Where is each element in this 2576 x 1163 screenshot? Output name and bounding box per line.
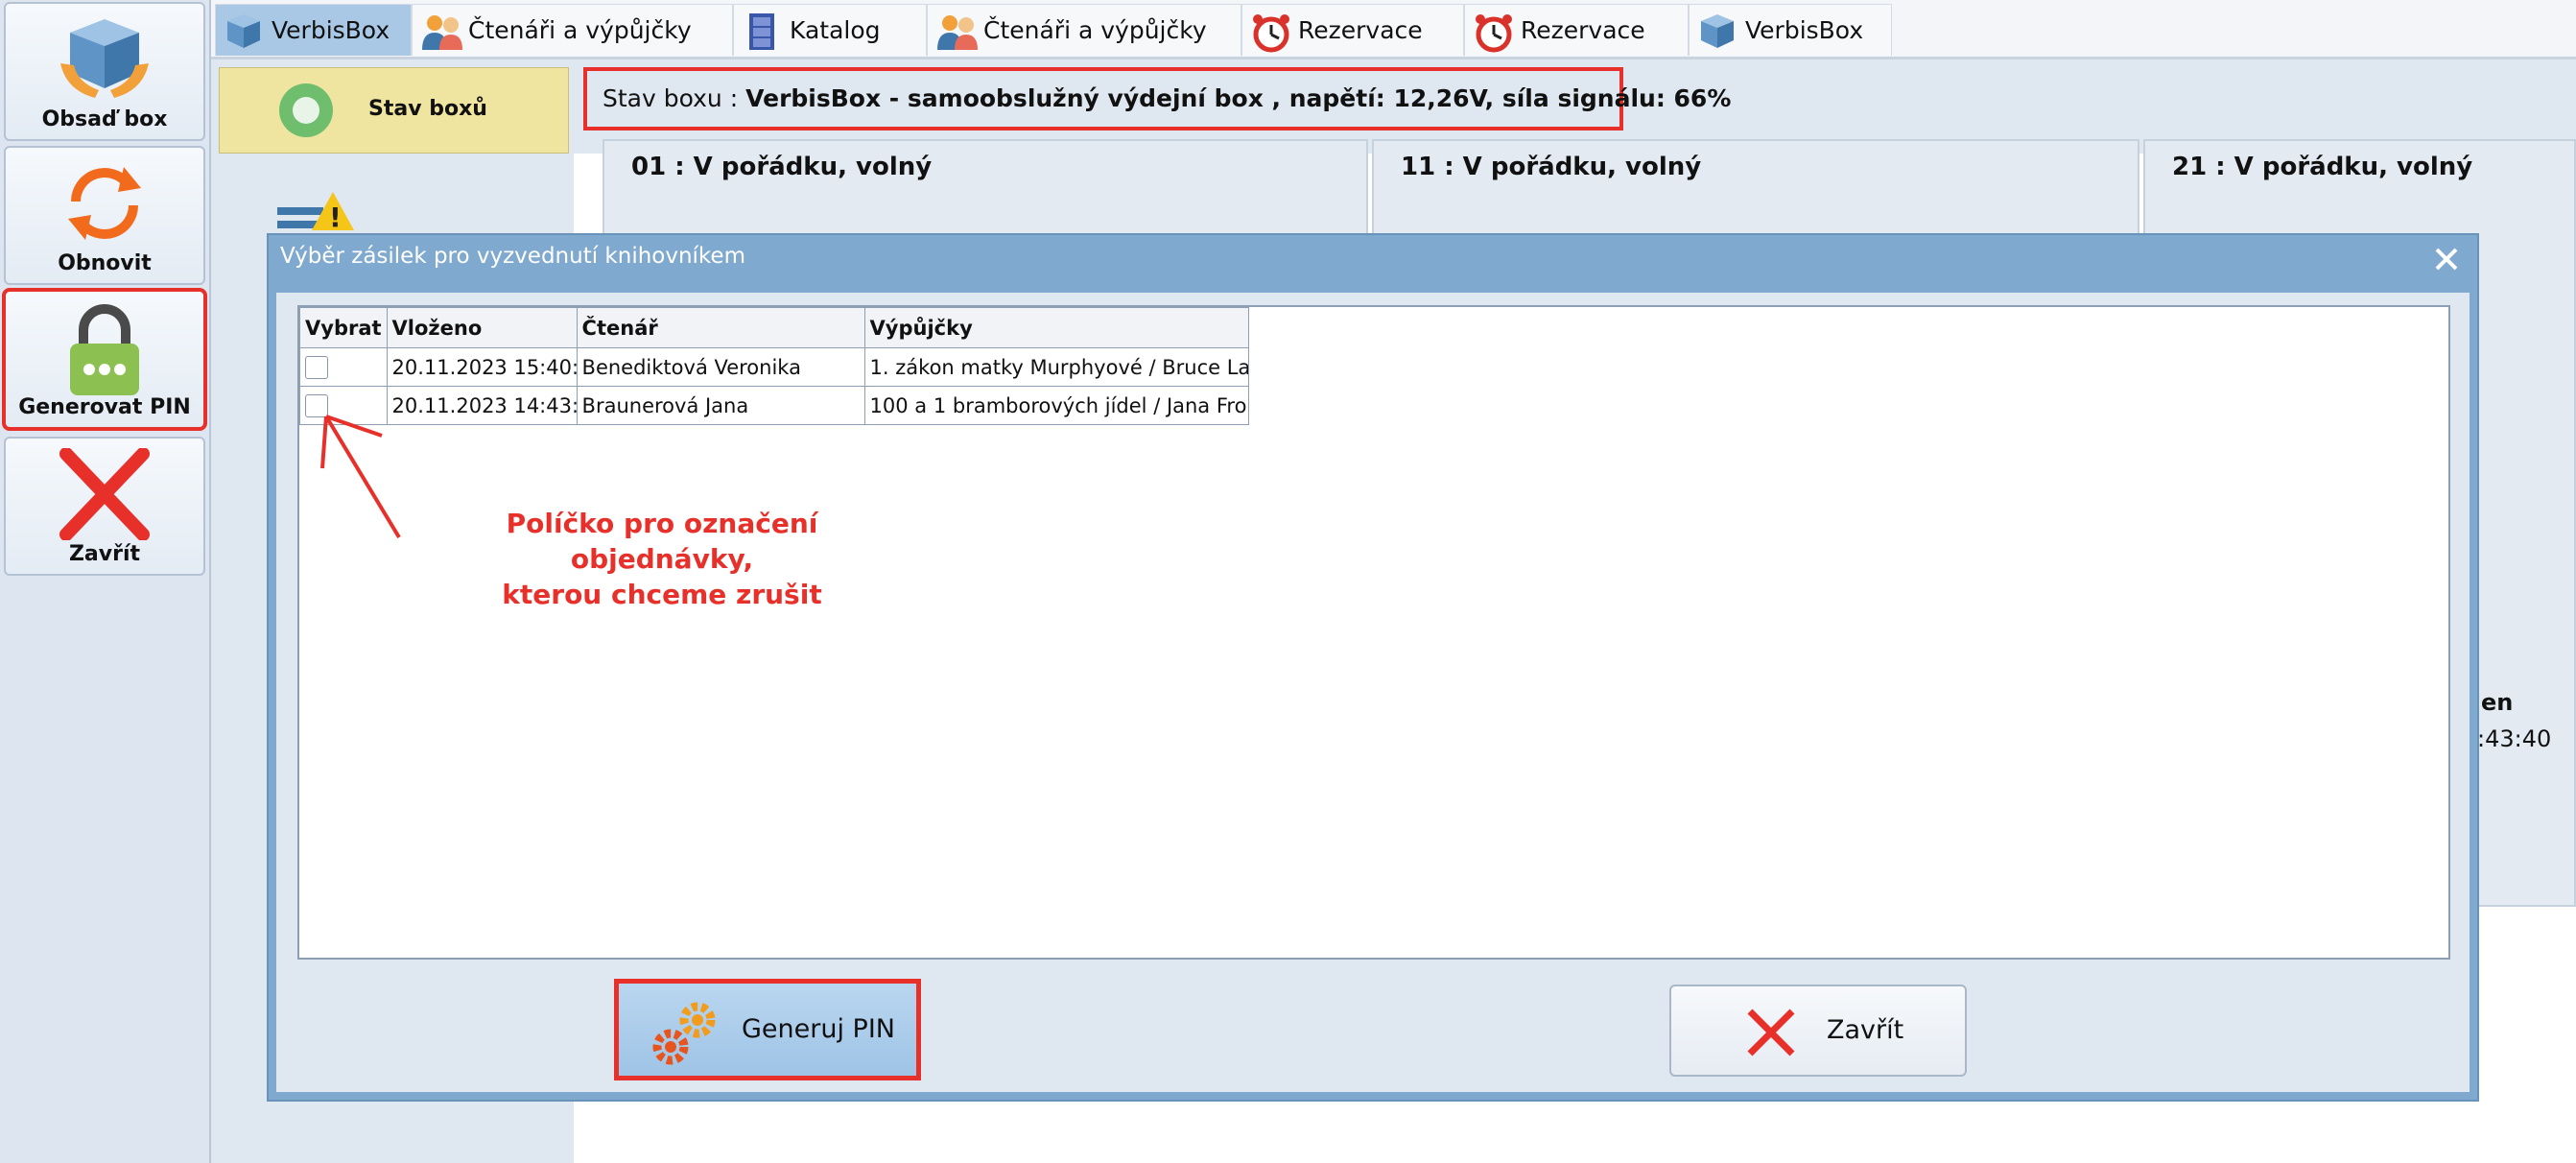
tab-bar: VerbisBox Čtenáři a výpůjčky Katalog Čte…	[211, 0, 2576, 59]
refresh-button[interactable]: Obnovit	[4, 146, 205, 285]
occupy-box-button[interactable]: Obsaď box	[4, 2, 205, 141]
status-circle-icon	[279, 83, 333, 137]
select-checkbox[interactable]	[305, 356, 328, 379]
close-x-icon	[1747, 1009, 1795, 1056]
generate-pin-label: Generuj PIN	[742, 1014, 895, 1044]
tab-readers-loans-1[interactable]: Čtenáři a výpůjčky	[412, 4, 733, 56]
loans-cell: 100 a 1 bramborových jídel / Jana Frolík…	[863, 386, 1249, 425]
inserted-cell: 20.11.2023 15:40:0	[386, 347, 578, 387]
close-x-icon	[59, 448, 150, 540]
partial-time-text: :43:40	[2477, 725, 2552, 752]
reader-cell: Benediktová Veronika	[576, 347, 865, 387]
tab-reservations-2[interactable]: Rezervace	[1464, 4, 1689, 56]
tab-label: Čtenáři a výpůjčky	[983, 16, 1207, 44]
lock-pin-icon	[70, 304, 139, 395]
box-hands-icon	[60, 19, 149, 98]
close-button[interactable]: Zavřít	[1669, 985, 1967, 1077]
left-toolbar: Obsaď box Obnovit Generovat PIN Zavřít	[0, 0, 211, 1163]
column-header-select[interactable]: Vybrat	[299, 307, 388, 348]
tab-reservations-1[interactable]: Rezervace	[1241, 4, 1464, 56]
box-status-line: Stav boxu : VerbisBox - samoobslužný výde…	[583, 67, 1731, 131]
tab-label: VerbisBox	[1745, 16, 1864, 44]
tab-label: Katalog	[790, 16, 881, 44]
reader-cell: Braunerová Jana	[576, 386, 865, 425]
tab-label: VerbisBox	[272, 16, 390, 44]
alarm-clock-icon	[1476, 14, 1512, 53]
table-row[interactable]: 20.11.2023 15:40:0 Benediktová Veronika …	[299, 347, 1249, 387]
close-toolbar-button[interactable]: Zavřít	[4, 437, 205, 576]
dialog-close-icon[interactable]	[2427, 240, 2466, 278]
loans-cell: 1. zákon matky Murphyové / Bruce Lansk	[863, 347, 1249, 387]
refresh-icon	[68, 167, 141, 240]
generate-pin-toolbar-button[interactable]: Generovat PIN	[2, 288, 207, 431]
annotation-text: Políčko pro označení objednávky, kterou …	[413, 506, 911, 612]
select-cell[interactable]	[299, 347, 388, 387]
catalog-cabinet-icon	[749, 13, 774, 50]
close-toolbar-label: Zavřít	[68, 542, 141, 566]
refresh-label: Obnovit	[58, 251, 152, 275]
status-value: VerbisBox - samoobslužný výdejní box , n…	[745, 84, 1732, 112]
tab-verbisbox-1[interactable]: VerbisBox	[215, 4, 412, 56]
annotation-arrow	[320, 415, 401, 539]
slot-label: 11 : V pořádku, volný	[1401, 153, 1702, 181]
tab-label: Čtenáři a výpůjčky	[468, 16, 692, 44]
box-icon	[1701, 14, 1734, 48]
box-status-label: Stav boxů	[368, 97, 487, 121]
box-icon	[227, 14, 260, 48]
tab-label: Rezervace	[1521, 16, 1645, 44]
generate-pin-button[interactable]: Generuj PIN	[614, 979, 921, 1080]
inserted-cell: 20.11.2023 14:43:4	[386, 386, 578, 425]
column-header-reader[interactable]: Čtenář	[576, 307, 865, 348]
status-prefix: Stav boxu :	[603, 84, 739, 112]
readers-icon	[937, 15, 978, 50]
column-header-inserted[interactable]: Vloženo	[386, 307, 578, 348]
alarm-clock-icon	[1253, 14, 1289, 53]
tab-readers-loans-2[interactable]: Čtenáři a výpůjčky	[927, 4, 1241, 56]
tab-label: Rezervace	[1298, 16, 1423, 44]
readers-icon	[422, 15, 462, 50]
column-header-loans[interactable]: Výpůjčky	[863, 307, 1249, 348]
slot-label: 01 : V pořádku, volný	[631, 153, 933, 181]
parcel-grid: Vybrat Vloženo Čtenář Výpůjčky 20.11.202…	[299, 307, 1249, 425]
occupy-box-label: Obsaď box	[41, 107, 168, 131]
annotation-line-2: kterou chceme zrušit	[502, 579, 822, 610]
table-row[interactable]: 20.11.2023 14:43:4 Braunerová Jana 100 a…	[299, 386, 1249, 425]
annotation-line-1: Políčko pro označení objednávky,	[506, 508, 818, 575]
dialog-title: Výběr zásilek pro vyzvednutí knihovníkem	[280, 244, 745, 269]
grid-header-row: Vybrat Vloženo Čtenář Výpůjčky	[299, 307, 1249, 348]
svg-text:!: !	[329, 202, 342, 233]
slot-label: 21 : V pořádku, volný	[2172, 153, 2473, 181]
gears-icon	[652, 1002, 716, 1065]
partial-status-text: en	[2481, 689, 2514, 716]
tab-verbisbox-2[interactable]: VerbisBox	[1689, 4, 1892, 56]
generate-pin-toolbar-label: Generovat PIN	[18, 395, 191, 419]
box-status-button[interactable]: Stav boxů	[219, 67, 569, 154]
tab-catalog[interactable]: Katalog	[733, 4, 927, 56]
close-label: Zavřít	[1827, 1015, 1904, 1045]
